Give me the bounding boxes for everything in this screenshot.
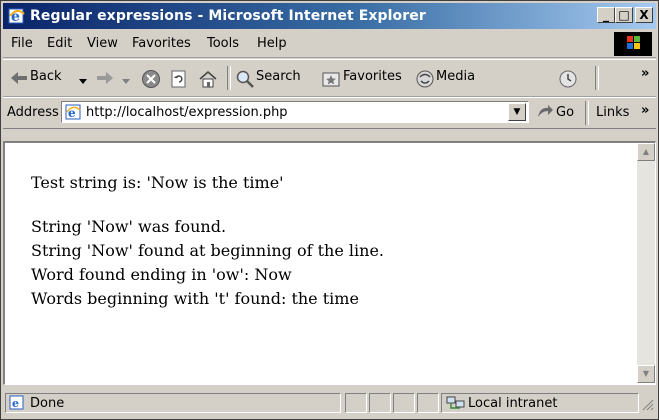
stop-icon [141,70,161,93]
chevron-down-icon: ▼ [513,107,521,117]
result-line: Words beginning with 't' found: the time [31,289,359,308]
refresh-icon [169,70,189,93]
forward-arrow-icon [95,69,115,91]
security-zone-panel[interactable]: Local intranet [441,393,639,413]
history-icon [557,70,579,93]
home-icon [198,71,218,93]
result-line: Word found ending in 'ow': Now [31,265,292,284]
ie-logo-icon: e [8,7,26,29]
home-button[interactable] [198,69,218,89]
minimize-icon: _ [603,8,609,22]
search-label: Search [256,69,301,84]
toolbar-overflow-chevron[interactable]: » [641,66,649,81]
status-panel [417,393,439,413]
standard-toolbar: Back Search Favorites Media » [3,59,656,97]
menu-edit[interactable]: Edit [47,36,72,51]
favorites-label: Favorites [343,69,402,84]
address-bar: Address e ▼ Go Links » [3,97,656,129]
links-overflow-chevron[interactable]: » [641,103,649,118]
media-label: Media [436,69,476,84]
back-label: Back [30,69,62,84]
menu-view[interactable]: View [87,36,118,51]
status-text-panel: e Done [5,393,341,413]
window-title: Regular expressions - Microsoft Internet… [30,8,426,24]
forward-button[interactable] [95,69,137,89]
favorites-button[interactable]: Favorites [321,69,411,89]
search-icon [235,69,255,93]
close-icon: X [639,8,649,22]
close-button[interactable]: X [635,7,653,23]
media-button[interactable]: Media [415,69,479,89]
result-line: String 'Now' was found. [31,217,227,236]
status-text: Done [30,396,65,411]
chevron-down-icon [79,74,87,89]
scroll-up-button[interactable]: ▲ [637,143,655,161]
browser-window: e Regular expressions - Microsoft Intern… [0,0,659,420]
history-button[interactable] [557,69,579,89]
status-bar: e Done Local intranet [3,389,656,417]
minimize-button[interactable]: _ [597,7,615,23]
title-bar[interactable]: e Regular expressions - Microsoft Intern… [3,3,656,29]
status-panel [393,393,415,413]
favorites-icon [321,69,341,93]
local-intranet-icon [446,395,466,415]
address-label: Address [7,105,59,120]
toolbar-separator [227,66,231,90]
maximize-icon: □ [618,8,630,22]
menu-help[interactable]: Help [257,36,287,51]
toolbar-separator [595,66,599,90]
page-body: Test string is: 'Now is the time' String… [31,171,384,311]
chevron-down-icon [122,74,130,89]
page-icon: e [65,104,83,125]
address-dropdown-button[interactable]: ▼ [508,103,526,121]
media-icon [415,69,435,93]
svg-text:e: e [12,397,19,410]
links-label[interactable]: Links [596,105,629,120]
menu-tools[interactable]: Tools [207,36,239,51]
stop-button[interactable] [141,69,161,89]
vertical-scrollbar[interactable]: ▲ ▼ [637,143,655,383]
go-arrow-icon [536,103,554,125]
address-separator [585,101,589,125]
refresh-button[interactable] [169,69,189,89]
resize-grip-icon[interactable] [642,399,654,415]
address-field[interactable]: e ▼ [61,101,529,123]
back-button[interactable]: Back [9,69,93,89]
url-input[interactable] [86,104,486,120]
status-panel [369,393,391,413]
go-label: Go [556,105,575,120]
maximize-button[interactable]: □ [615,7,633,23]
page-done-icon: e [9,395,27,415]
arrow-down-icon: ▼ [642,369,650,378]
windows-logo-icon [614,32,652,56]
test-string-line: Test string is: 'Now is the time' [31,173,284,192]
scroll-down-button[interactable]: ▼ [637,365,655,383]
menu-bar: File Edit View Favorites Tools Help [3,31,656,58]
status-panel [345,393,367,413]
result-line: String 'Now' found at beginning of the l… [31,241,384,260]
content-area: Test string is: 'Now is the time' String… [3,141,656,385]
menu-favorites[interactable]: Favorites [132,36,191,51]
back-arrow-icon [9,69,29,91]
menu-file[interactable]: File [11,36,33,51]
arrow-up-icon: ▲ [642,147,650,156]
search-button[interactable]: Search [235,69,313,89]
zone-label: Local intranet [468,396,558,411]
